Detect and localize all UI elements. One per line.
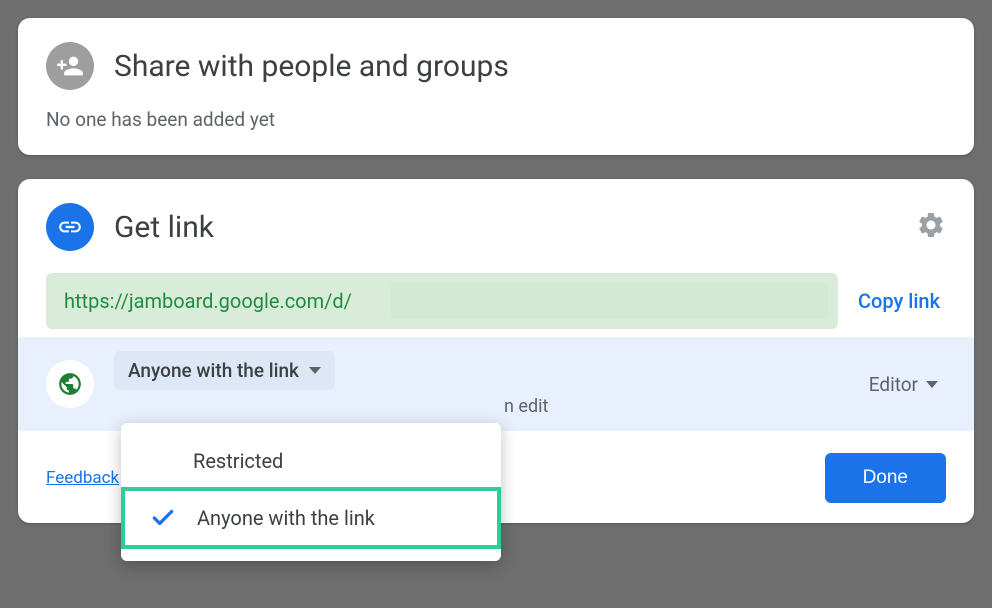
share-header: Share with people and groups [46, 42, 946, 90]
get-link-header: Get link [46, 203, 946, 251]
access-option-label: Restricted [193, 449, 283, 473]
access-scope-menu: Restricted Anyone with the link [121, 423, 501, 561]
done-button[interactable]: Done [825, 453, 946, 503]
link-url-box[interactable]: https://jamboard.google.com/d/ [46, 273, 838, 329]
chevron-down-icon [926, 381, 938, 388]
globe-icon [46, 360, 94, 408]
share-title: Share with people and groups [114, 49, 509, 84]
feedback-link[interactable]: Feedback [46, 468, 119, 488]
share-people-card: Share with people and groups No one has … [18, 18, 974, 155]
role-dropdown[interactable]: Editor [869, 373, 946, 396]
people-add-icon [46, 42, 94, 90]
access-option-label: Anyone with the link [197, 506, 375, 530]
access-row: Anyone with the link n edit Editor [18, 337, 974, 431]
access-description: n edit [114, 396, 849, 417]
access-option-anyone[interactable]: Anyone with the link [121, 487, 501, 549]
copy-link-button[interactable]: Copy link [858, 289, 946, 313]
check-icon [149, 505, 177, 531]
chevron-down-icon [309, 367, 321, 374]
access-scope-label: Anyone with the link [128, 359, 299, 382]
link-icon [46, 203, 94, 251]
link-row: https://jamboard.google.com/d/ Copy link [46, 273, 946, 329]
get-link-title: Get link [114, 210, 896, 245]
share-subtitle: No one has been added yet [46, 108, 946, 131]
access-center: Anyone with the link n edit [114, 351, 849, 417]
access-scope-dropdown[interactable]: Anyone with the link [114, 351, 335, 390]
access-option-restricted[interactable]: Restricted [121, 435, 501, 487]
role-label: Editor [869, 373, 918, 396]
settings-gear-icon[interactable] [916, 210, 946, 244]
